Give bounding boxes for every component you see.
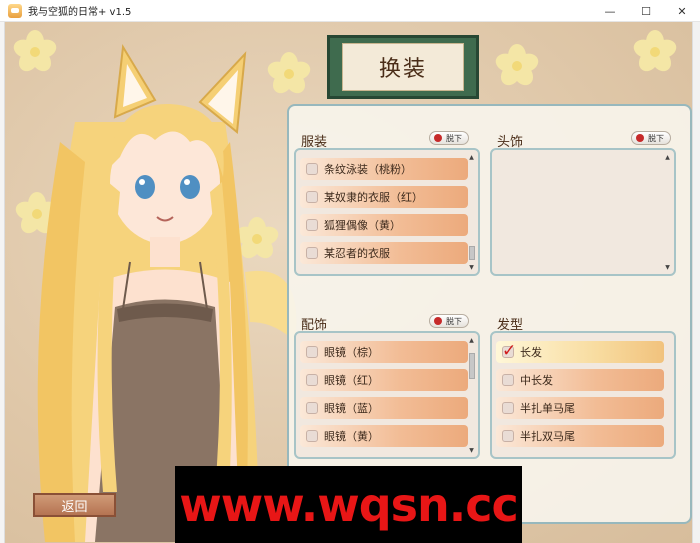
checkbox[interactable] [306, 191, 318, 203]
page-title: 换装 [342, 43, 464, 91]
desktop-edge-right [692, 22, 700, 543]
hairstyle-item[interactable]: 中长发 [496, 369, 664, 391]
hairstyle-item[interactable]: 半扎双马尾 [496, 425, 664, 447]
checkbox[interactable] [502, 374, 514, 386]
fox-girl-character [37, 43, 297, 542]
scroll-thumb[interactable] [469, 353, 475, 379]
window-controls: — ☐ ✕ [592, 0, 700, 22]
checkbox[interactable] [502, 402, 514, 414]
watermark: www.wqsn.cc [175, 466, 522, 543]
scroll-down-icon[interactable]: ▼ [468, 264, 475, 271]
clothing-remove-button[interactable]: 脱下 [429, 131, 469, 145]
checkbox[interactable] [306, 163, 318, 175]
accessories-scrollbar[interactable]: ▲ ▼ [468, 335, 475, 455]
checkbox[interactable] [306, 430, 318, 442]
clothing-list[interactable]: 条纹泳装（桃粉） 某奴隶的衣服（红） 狐狸偶像（黄） 某忍者的衣服 ▲ ▼ [294, 148, 480, 276]
accessory-item[interactable]: 眼镜（棕） [300, 341, 468, 363]
minimize-icon[interactable]: — [592, 0, 628, 22]
headwear-list[interactable]: ▲ ▼ [490, 148, 676, 276]
outfit-panel: 服装 脱下 条纹泳装（桃粉） 某奴隶的衣服（红） 狐狸偶像（黄） 某忍者的衣服 … [287, 104, 692, 524]
accessory-item[interactable]: 眼镜（蓝） [300, 397, 468, 419]
hairstyle-list[interactable]: 长发 中长发 半扎单马尾 半扎双马尾 [490, 331, 676, 459]
game-screen: 换装 服装 脱下 条纹泳装（桃粉） 某奴隶的衣服（红） 狐狸偶像（黄） 某忍者的… [5, 22, 692, 543]
scroll-down-icon[interactable]: ▼ [664, 264, 671, 271]
checkbox[interactable] [306, 402, 318, 414]
clothing-scrollbar[interactable]: ▲ ▼ [468, 152, 475, 272]
scroll-thumb[interactable] [469, 246, 475, 260]
checkbox[interactable] [306, 247, 318, 259]
window-titlebar: 我与空狐的日常+ v1.5 — ☐ ✕ [0, 0, 700, 22]
close-icon[interactable]: ✕ [664, 0, 700, 22]
accessories-list[interactable]: 眼镜（棕） 眼镜（红） 眼镜（蓝） 眼镜（黄） ▲ ▼ [294, 331, 480, 459]
clothing-item[interactable]: 狐狸偶像（黄） [300, 214, 468, 236]
headwear-scrollbar[interactable]: ▲ ▼ [664, 152, 671, 272]
checkbox[interactable] [306, 374, 318, 386]
accessories-remove-button[interactable]: 脱下 [429, 314, 469, 328]
back-button[interactable]: 返回 [33, 493, 116, 517]
checkbox[interactable] [306, 219, 318, 231]
scroll-up-icon[interactable]: ▲ [468, 154, 475, 161]
headwear-remove-button[interactable]: 脱下 [631, 131, 671, 145]
page-title-banner: 换装 [327, 35, 479, 99]
checkbox[interactable] [502, 430, 514, 442]
clothing-item[interactable]: 某奴隶的衣服（红） [300, 186, 468, 208]
sakura-decoration [631, 30, 679, 76]
checkbox-checked[interactable] [502, 341, 516, 361]
accessory-item[interactable]: 眼镜（黄） [300, 425, 468, 447]
sakura-decoration [493, 44, 541, 90]
clothing-item[interactable]: 条纹泳装（桃粉） [300, 158, 468, 180]
scroll-up-icon[interactable]: ▲ [468, 337, 475, 344]
maximize-icon[interactable]: ☐ [628, 0, 664, 22]
app-icon [8, 3, 22, 18]
clothing-item[interactable]: 某忍者的衣服 [300, 242, 468, 264]
window-title: 我与空狐的日常+ v1.5 [28, 7, 132, 18]
checkbox[interactable] [306, 346, 318, 358]
accessory-item[interactable]: 眼镜（红） [300, 369, 468, 391]
hairstyle-item[interactable]: 半扎单马尾 [496, 397, 664, 419]
scroll-down-icon[interactable]: ▼ [468, 447, 475, 454]
hairstyle-item[interactable]: 长发 [496, 341, 664, 363]
scroll-up-icon[interactable]: ▲ [664, 154, 671, 161]
